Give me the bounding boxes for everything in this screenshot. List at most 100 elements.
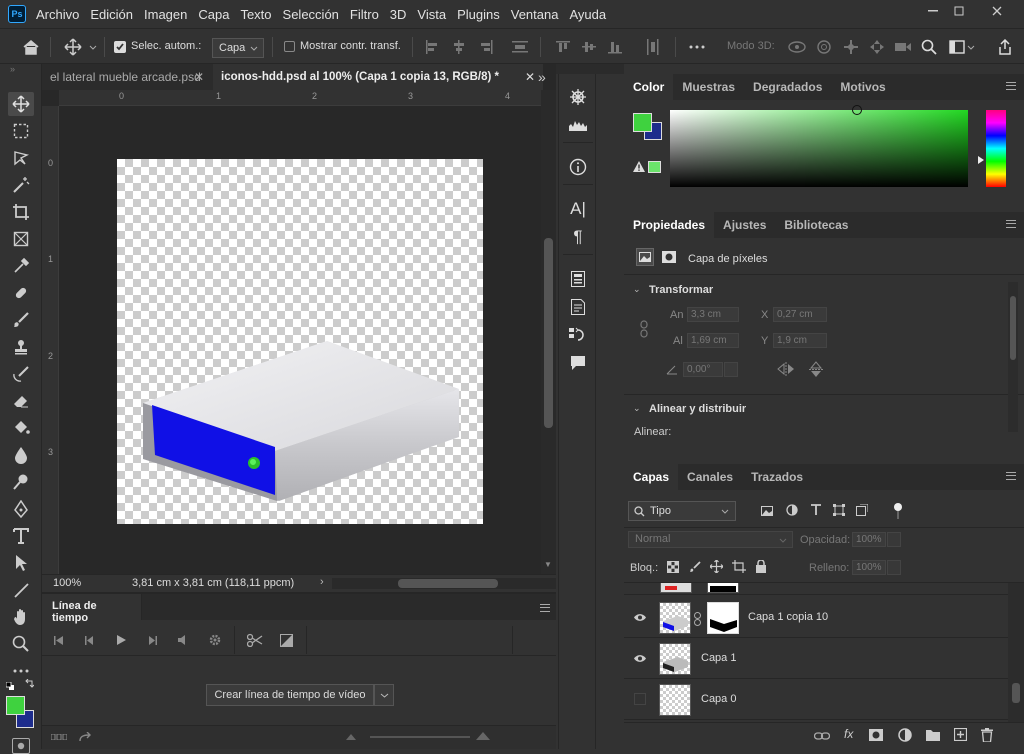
horizontal-scrollbar[interactable] bbox=[332, 578, 556, 589]
visibility-toggle-empty[interactable] bbox=[634, 693, 646, 705]
horizontal-ruler[interactable]: 0 1 2 3 4 bbox=[59, 90, 541, 106]
3d-slide-icon[interactable] bbox=[866, 38, 888, 56]
websafe-swatch[interactable] bbox=[648, 161, 661, 173]
frames-icon[interactable] bbox=[50, 732, 68, 742]
layer-style-fx-icon[interactable]: fx bbox=[844, 727, 853, 741]
filter-type-icon[interactable] bbox=[810, 504, 822, 519]
play-icon[interactable] bbox=[114, 634, 128, 646]
blur-tool-icon[interactable] bbox=[8, 443, 34, 467]
collapse-toolbar-icon[interactable]: » bbox=[10, 64, 32, 74]
timeline-zoom-slider[interactable] bbox=[370, 736, 470, 738]
restore-icon[interactable] bbox=[944, 0, 974, 22]
fill-field[interactable]: 100% bbox=[852, 560, 886, 575]
path-selection-icon[interactable] bbox=[8, 551, 34, 575]
more-options-icon[interactable] bbox=[686, 38, 708, 56]
search-icon[interactable] bbox=[918, 38, 940, 56]
tab-lateral-mueble[interactable]: el lateral mueble arcade.psd ✕ bbox=[42, 64, 213, 90]
mask-link-icon[interactable] bbox=[694, 612, 701, 629]
crop-tool-icon[interactable] bbox=[8, 200, 34, 224]
layer-row[interactable]: Capa 0 bbox=[624, 679, 1008, 720]
zoom-tool-icon[interactable] bbox=[8, 632, 34, 656]
close-icon[interactable] bbox=[982, 0, 1012, 22]
layer-row[interactable]: Capa 1 bbox=[624, 638, 1008, 679]
menu-vista[interactable]: Vista bbox=[417, 7, 446, 22]
create-video-timeline-button[interactable]: Crear línea de tiempo de vídeo bbox=[206, 684, 374, 706]
chevron-down-icon[interactable]: ⌄ bbox=[633, 403, 641, 414]
comments-icon[interactable] bbox=[567, 352, 589, 374]
visibility-eye-icon[interactable] bbox=[632, 652, 648, 664]
filter-smart-object-icon[interactable] bbox=[856, 503, 869, 519]
split-scissors-icon[interactable] bbox=[246, 633, 264, 647]
history-icon[interactable] bbox=[567, 324, 589, 346]
close-tab-icon[interactable]: ✕ bbox=[525, 70, 535, 84]
distribute-vertical-icon[interactable] bbox=[646, 38, 660, 56]
zoom-level[interactable]: 100% bbox=[53, 577, 81, 589]
document-canvas[interactable] bbox=[117, 159, 483, 524]
fill-dropdown[interactable] bbox=[887, 560, 901, 575]
line-tool-icon[interactable] bbox=[8, 578, 34, 602]
type-tool-icon[interactable] bbox=[8, 524, 34, 548]
chevron-down-icon[interactable] bbox=[88, 41, 98, 53]
add-mask-icon[interactable] bbox=[869, 729, 883, 744]
clone-stamp-icon[interactable] bbox=[8, 335, 34, 359]
3d-roll-icon[interactable] bbox=[813, 38, 835, 56]
panel-menu-icon[interactable] bbox=[1006, 472, 1016, 480]
lock-transparent-icon[interactable] bbox=[667, 561, 679, 576]
align-left-icon[interactable] bbox=[425, 38, 439, 56]
dodge-tool-icon[interactable] bbox=[8, 470, 34, 494]
default-colors-icon[interactable] bbox=[5, 680, 14, 690]
layer-name[interactable]: Capa 1 copia 10 bbox=[748, 611, 828, 623]
menu-archivo[interactable]: Archivo bbox=[36, 7, 79, 22]
lock-all-icon[interactable] bbox=[756, 559, 766, 576]
layer-row-partial[interactable] bbox=[624, 583, 1008, 595]
timeline-type-dropdown[interactable] bbox=[374, 684, 394, 706]
width-field[interactable]: 3,3 cm bbox=[687, 307, 739, 322]
pen-tool-icon[interactable] bbox=[8, 497, 34, 521]
settings-gear-icon[interactable] bbox=[208, 634, 222, 646]
y-field[interactable]: 1,9 cm bbox=[773, 333, 827, 348]
more-tabs-icon[interactable]: » bbox=[538, 69, 546, 85]
quick-mask-icon[interactable] bbox=[12, 738, 30, 754]
menu-ayuda[interactable]: Ayuda bbox=[569, 7, 606, 22]
audio-icon[interactable] bbox=[176, 634, 190, 646]
distribute-icon[interactable] bbox=[512, 38, 528, 56]
3d-camera-icon[interactable] bbox=[892, 38, 914, 56]
info-icon[interactable] bbox=[567, 156, 589, 178]
align-right-icon[interactable] bbox=[479, 38, 493, 56]
lock-artboard-icon[interactable] bbox=[732, 560, 746, 576]
paragraph-icon[interactable]: ¶ bbox=[567, 226, 589, 248]
tab-canales[interactable]: Canales bbox=[678, 464, 742, 490]
3d-pan-icon[interactable] bbox=[840, 38, 862, 56]
magic-wand-icon[interactable] bbox=[8, 173, 34, 197]
histogram-icon[interactable] bbox=[567, 114, 589, 136]
first-frame-icon[interactable] bbox=[52, 634, 66, 646]
menu-seleccion[interactable]: Selección bbox=[283, 7, 339, 22]
healing-brush-icon[interactable] bbox=[8, 281, 34, 305]
marquee-tool-icon[interactable] bbox=[8, 119, 34, 143]
align-top-icon[interactable] bbox=[556, 38, 570, 56]
auto-select-checkbox[interactable] bbox=[114, 41, 126, 53]
hue-slider[interactable] bbox=[986, 110, 1006, 187]
x-field[interactable]: 0,27 cm bbox=[773, 307, 827, 322]
align-section-title[interactable]: Alinear y distribuir bbox=[649, 403, 746, 415]
layer-thumbnail[interactable] bbox=[659, 684, 691, 716]
panel-menu-icon[interactable] bbox=[1006, 220, 1016, 228]
show-transform-checkbox[interactable] bbox=[284, 41, 295, 52]
chevron-right-icon[interactable]: › bbox=[320, 576, 324, 588]
layer-thumbnail[interactable] bbox=[659, 643, 691, 675]
notes-icon[interactable] bbox=[567, 296, 589, 318]
share-icon[interactable] bbox=[994, 38, 1016, 56]
document-info[interactable]: 3,81 cm x 3,81 cm (118,11 ppcm) bbox=[132, 577, 294, 589]
lock-pixels-brush-icon[interactable] bbox=[689, 561, 701, 576]
new-adjustment-icon[interactable] bbox=[898, 728, 912, 745]
transition-icon[interactable] bbox=[278, 633, 294, 647]
opacity-field[interactable]: 100% bbox=[852, 532, 886, 547]
character-icon[interactable]: A| bbox=[567, 198, 589, 220]
move-tool-icon[interactable] bbox=[8, 92, 34, 116]
opacity-dropdown[interactable] bbox=[887, 532, 901, 547]
vertical-ruler[interactable]: 0 1 2 3 bbox=[42, 106, 59, 574]
tab-motivos[interactable]: Motivos bbox=[831, 74, 894, 100]
hue-slider-handle[interactable] bbox=[978, 156, 984, 164]
angle-field[interactable]: 0,00° bbox=[683, 362, 723, 377]
lasso-tool-icon[interactable] bbox=[8, 146, 34, 170]
